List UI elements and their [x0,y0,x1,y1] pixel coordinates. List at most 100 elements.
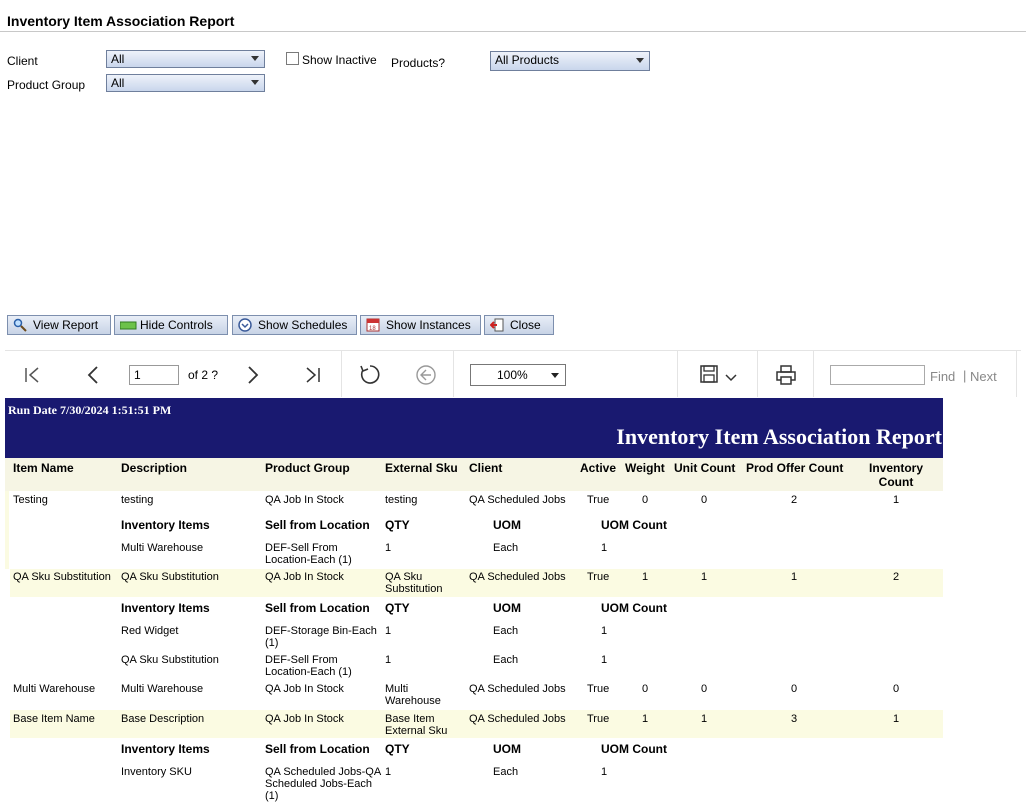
export-save-icon[interactable] [700,365,740,390]
cell-product-group: QA Job In Stock [265,494,344,506]
col-weight: Weight [625,461,665,475]
back-to-parent-icon[interactable] [415,364,437,389]
sub-col-uom: UOM [493,601,521,615]
inv-qty: 1 [385,542,392,554]
col-prod-offer-count: Prod Offer Count [746,461,844,475]
chevron-down-icon [551,373,559,378]
zoom-select[interactable]: 100% [470,364,566,386]
hide-controls-label: Hide Controls [140,318,213,332]
inv-location: DEF-Storage Bin-Each (1) [265,625,377,649]
cell-item-name: QA Sku Substitution [13,571,111,583]
cell-unit-count: 1 [701,713,708,725]
show-instances-button[interactable]: 18 Show Instances [360,315,481,335]
toolbar-separator [677,351,678,397]
sub-col-inventory-items: Inventory Items [121,518,210,532]
find-input[interactable] [830,365,925,385]
find-separator: | [963,368,967,383]
magnifier-icon [13,318,27,332]
sub-col-sell-from-location: Sell from Location [265,518,370,532]
door-exit-icon [489,318,504,332]
cell-prod-offer-count: 0 [791,683,798,695]
inv-uom-count: 1 [601,766,608,778]
col-unit-count: Unit Count [674,461,736,475]
inv-uom: Each [493,766,519,778]
first-page-icon[interactable] [24,366,42,387]
cell-inventory-count: 1 [893,713,900,725]
hide-controls-button[interactable]: Hide Controls [114,315,228,335]
cell-external-sku: Base Item External Sku [385,713,448,737]
show-schedules-button[interactable]: Show Schedules [232,315,357,335]
inv-uom-count: 1 [601,625,608,637]
sub-col-qty: QTY [385,601,410,615]
sub-col-uom: UOM [493,742,521,756]
cell-active: True [587,713,610,725]
sub-col-inventory-items: Inventory Items [121,742,210,756]
inv-item: QA Sku Substitution [121,654,219,666]
zoom-value: 100% [497,368,528,382]
close-button[interactable]: Close [484,315,554,335]
col-external-sku: External Sku [385,461,458,475]
chevron-down-icon [251,56,259,61]
cell-inventory-count: 0 [893,683,900,695]
toolbar-separator [757,351,758,397]
page-title: Inventory Item Association Report [7,13,235,29]
sub-col-uom-count: UOM Count [601,601,667,615]
cell-prod-offer-count: 1 [791,571,798,583]
page-number-input[interactable] [129,365,179,385]
product-group-label: Product Group [7,78,86,92]
toolbar-separator [341,351,342,397]
clock-icon [238,318,252,332]
toolbar-separator [453,351,454,397]
cell-item-name: Base Item Name [13,713,95,725]
find-link[interactable]: Find [930,369,955,384]
cell-weight: 1 [642,713,649,725]
show-inactive-checkbox[interactable] [286,52,299,65]
report-title: Inventory Item Association Report [616,424,942,449]
show-instances-label: Show Instances [386,318,471,332]
inv-uom: Each [493,542,519,554]
view-report-button[interactable]: View Report [7,315,111,335]
cell-active: True [587,571,610,583]
cell-client: QA Scheduled Jobs [469,571,566,583]
products-select[interactable]: All Products [490,51,650,71]
svg-text:18: 18 [369,326,376,332]
cell-unit-count: 0 [701,494,708,506]
cell-external-sku: QA Sku Substitution [385,571,443,595]
sub-col-qty: QTY [385,742,410,756]
cell-description: Base Description [121,713,205,725]
sub-col-uom-count: UOM Count [601,742,667,756]
cell-product-group: QA Job In Stock [265,713,344,725]
cell-active: True [587,683,610,695]
cell-item-name: Multi Warehouse [13,683,96,695]
sub-col-uom-count: UOM Count [601,518,667,532]
next-page-icon[interactable] [246,366,260,387]
products-select-value: All Products [495,53,560,67]
inv-uom-count: 1 [601,654,608,666]
page-count: of 2 ? [188,368,219,382]
calendar-icon: 18 [366,318,380,332]
show-schedules-label: Show Schedules [258,318,348,332]
cell-prod-offer-count: 2 [791,494,798,506]
sub-col-sell-from-location: Sell from Location [265,742,370,756]
cell-description: testing [121,494,154,506]
inv-item: Multi Warehouse [121,542,204,554]
col-product-group: Product Group [265,461,350,475]
col-description: Description [121,461,188,475]
product-group-select[interactable]: All [106,74,265,92]
toolbar-separator [1016,351,1017,397]
previous-page-icon[interactable] [86,366,100,387]
toolbar-separator [813,351,814,397]
client-select[interactable]: All [106,50,265,68]
cell-active: True [587,494,610,506]
inv-qty: 1 [385,625,392,637]
last-page-icon[interactable] [304,366,322,387]
sub-col-sell-from-location: Sell from Location [265,601,370,615]
row-group-marker [5,491,9,569]
inv-item: Inventory SKU [121,766,192,778]
cell-inventory-count: 2 [893,571,900,583]
refresh-icon[interactable] [359,364,381,389]
sub-col-qty: QTY [385,518,410,532]
find-next-link[interactable]: Next [970,369,997,384]
inv-uom: Each [493,625,519,637]
print-icon[interactable] [775,364,797,389]
